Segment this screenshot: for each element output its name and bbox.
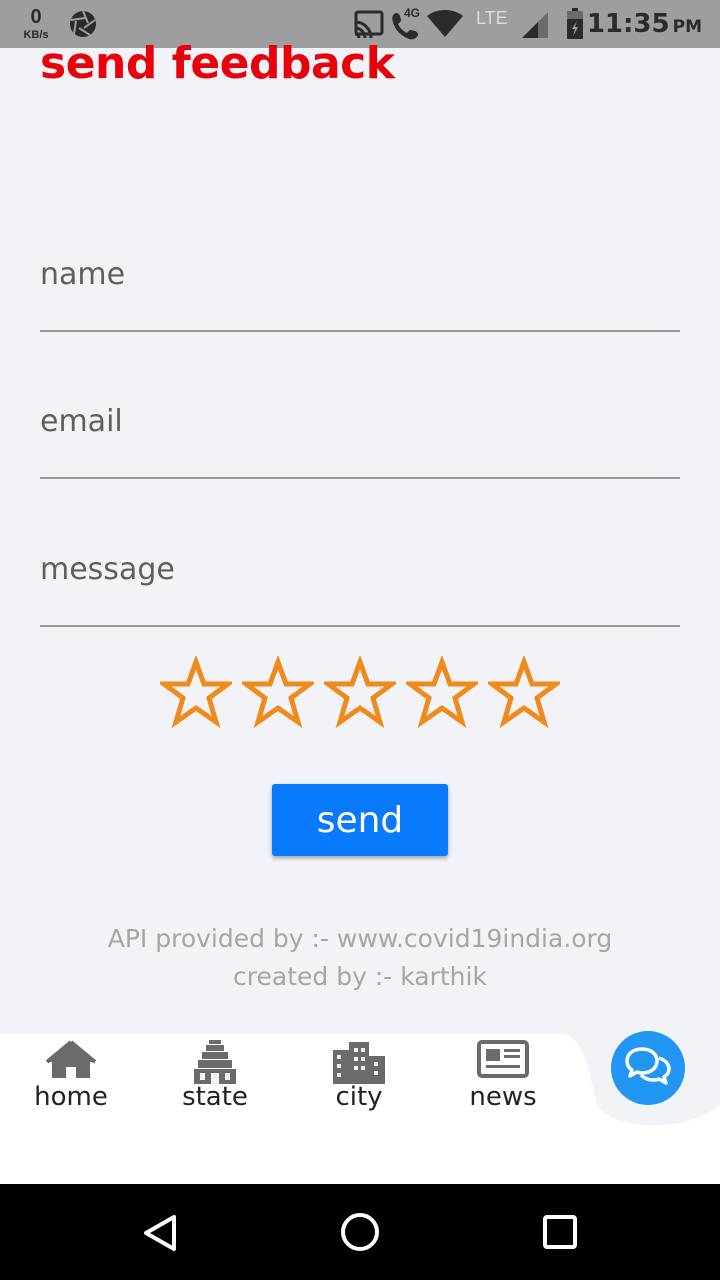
email-field: [40, 389, 680, 479]
nav-item-news[interactable]: news: [448, 1034, 558, 1124]
api-credit-text: API provided by :- www.covid19india.org: [107, 924, 613, 953]
temple-icon: [194, 1040, 236, 1084]
home-icon: [45, 1040, 97, 1078]
bottom-navigation: home state city news: [0, 1031, 720, 1184]
chat-fab-button[interactable]: [611, 1031, 685, 1105]
network-speed: 0 KB/s: [18, 6, 54, 41]
nav-item-state[interactable]: state: [160, 1034, 270, 1124]
network-4g-label: 4G: [404, 6, 421, 20]
recents-icon[interactable]: [543, 1215, 577, 1249]
network-speed-value: 0: [30, 6, 42, 28]
star-rating: [160, 656, 560, 728]
name-field: [40, 242, 680, 332]
author-credit-text: created by :- karthik: [233, 962, 487, 991]
chat-icon: [625, 1047, 671, 1085]
star-icon-5[interactable]: [488, 656, 560, 728]
credits: API provided by :- www.covid19india.org …: [0, 920, 720, 996]
wifi-icon: [427, 10, 463, 37]
aperture-icon: [70, 10, 96, 37]
nav-item-home[interactable]: home: [16, 1034, 126, 1124]
star-icon-4[interactable]: [406, 656, 478, 728]
network-lte-label: LTE: [476, 8, 508, 28]
system-navigation-bar: [0, 1184, 720, 1280]
back-icon[interactable]: [142, 1214, 178, 1252]
message-field: [40, 537, 680, 627]
clock-time: 11:35: [586, 9, 670, 39]
star-icon-2[interactable]: [242, 656, 314, 728]
home-circle-icon[interactable]: [340, 1212, 380, 1252]
name-input[interactable]: [40, 248, 680, 332]
page-title: send feedback: [40, 38, 395, 89]
clock: 11:35 PM: [587, 9, 702, 39]
message-input[interactable]: [40, 543, 680, 627]
nav-label-home: home: [34, 1082, 108, 1112]
star-icon-1[interactable]: [160, 656, 232, 728]
email-input[interactable]: [40, 395, 680, 479]
cast-icon: [354, 10, 384, 38]
star-icon-3[interactable]: [324, 656, 396, 728]
nav-label-state: state: [182, 1082, 248, 1112]
battery-icon: [567, 8, 583, 39]
nav-item-city[interactable]: city: [304, 1034, 414, 1124]
nav-label-news: news: [469, 1082, 537, 1112]
city-icon: [333, 1042, 385, 1084]
signal-icon: [522, 12, 548, 38]
newspaper-icon: [477, 1040, 529, 1078]
clock-ampm: PM: [672, 17, 702, 37]
send-button[interactable]: send: [272, 784, 448, 856]
nav-label-city: city: [335, 1082, 383, 1112]
